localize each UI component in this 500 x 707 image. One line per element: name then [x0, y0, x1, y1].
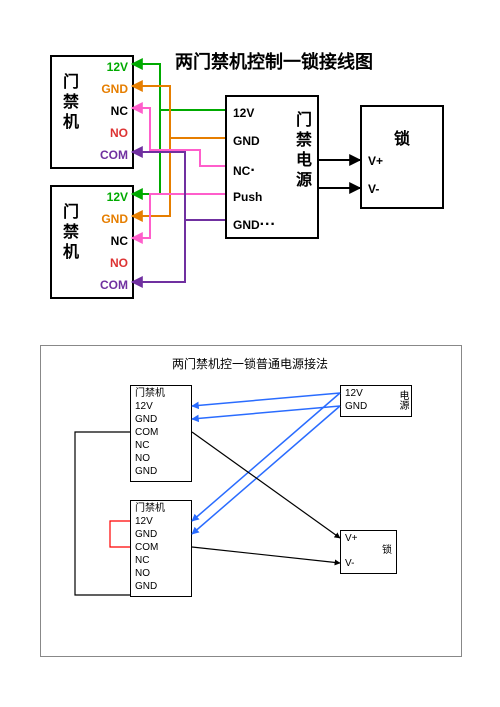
d1-b-pin0: 12V [107, 191, 128, 203]
d1-access-b: 门禁机 12V GND NC NO COM [50, 185, 134, 299]
d1-c-pin2: NC· [233, 163, 256, 179]
d2-b-p4: NO [135, 569, 150, 579]
d1-controller: 门禁电源 12V GND NC· Push GND··· [225, 95, 319, 239]
d1-c-pin1: GND [233, 135, 260, 147]
d2-pw-p0: 12V [345, 389, 363, 399]
d1-l-pin0: V+ [368, 155, 383, 167]
d1-title: 两门禁机控制一锁接线图 [175, 48, 373, 74]
d2-a-p5: GND [135, 467, 157, 477]
d1-c-pin4: GND··· [233, 217, 276, 233]
d1-lock-label: 锁 [362, 125, 442, 149]
d1-l-pin1: V- [368, 183, 379, 195]
d2-a-p1: GND [135, 415, 157, 425]
d1-lock: 锁 V+ V- [360, 105, 444, 209]
d2-power: 12V GND 电源 [340, 385, 412, 417]
d2-a-label: 门禁机 [135, 389, 165, 399]
d1-a-pin2: NC [111, 105, 128, 117]
d2-b-p3: NC [135, 556, 149, 566]
d2-lk-p1: V- [345, 559, 354, 569]
d2-access-b: 门禁机 12V GND COM NC NO GND [130, 500, 192, 597]
d2-lock: V+ V- 锁 [340, 530, 397, 574]
d1-b-pin2: NC [111, 235, 128, 247]
d1-b-pin3: NO [110, 257, 128, 269]
d2-a-p2: COM [135, 428, 158, 438]
d2-title: 两门禁机控一锁普通电源接法 [0, 355, 500, 372]
d2-a-p4: NO [135, 454, 150, 464]
d1-a-pin3: NO [110, 127, 128, 139]
d2-b-p1: GND [135, 530, 157, 540]
d1-a-pin4: COM [100, 149, 128, 161]
d1-c-pin3: Push [233, 191, 262, 203]
d2-lk-p0: V+ [345, 534, 358, 544]
d2-b-label: 门禁机 [135, 504, 165, 514]
d1-controller-label: 门禁电源 [289, 111, 313, 191]
d1-a-pin1: GND [101, 83, 128, 95]
d2-a-p3: NC [135, 441, 149, 451]
d1-access-b-label: 门禁机 [56, 203, 80, 263]
d2-lk-label: 锁 [382, 546, 392, 556]
d2-pw-label: 电源 [397, 390, 407, 410]
d2-b-p2: COM [135, 543, 158, 553]
d2-pw-p1: GND [345, 402, 367, 412]
d2-a-p0: 12V [135, 402, 153, 412]
d1-a-pin0: 12V [107, 61, 128, 73]
d1-b-pin1: GND [101, 213, 128, 225]
d1-b-pin4: COM [100, 279, 128, 291]
d1-c-pin0: 12V [233, 107, 254, 119]
d2-access-a: 门禁机 12V GND COM NC NO GND [130, 385, 192, 482]
d2-b-p0: 12V [135, 517, 153, 527]
d1-access-a-label: 门禁机 [56, 73, 80, 133]
d1-access-a: 门禁机 12V GND NC NO COM [50, 55, 134, 169]
d2-b-p5: GND [135, 582, 157, 592]
